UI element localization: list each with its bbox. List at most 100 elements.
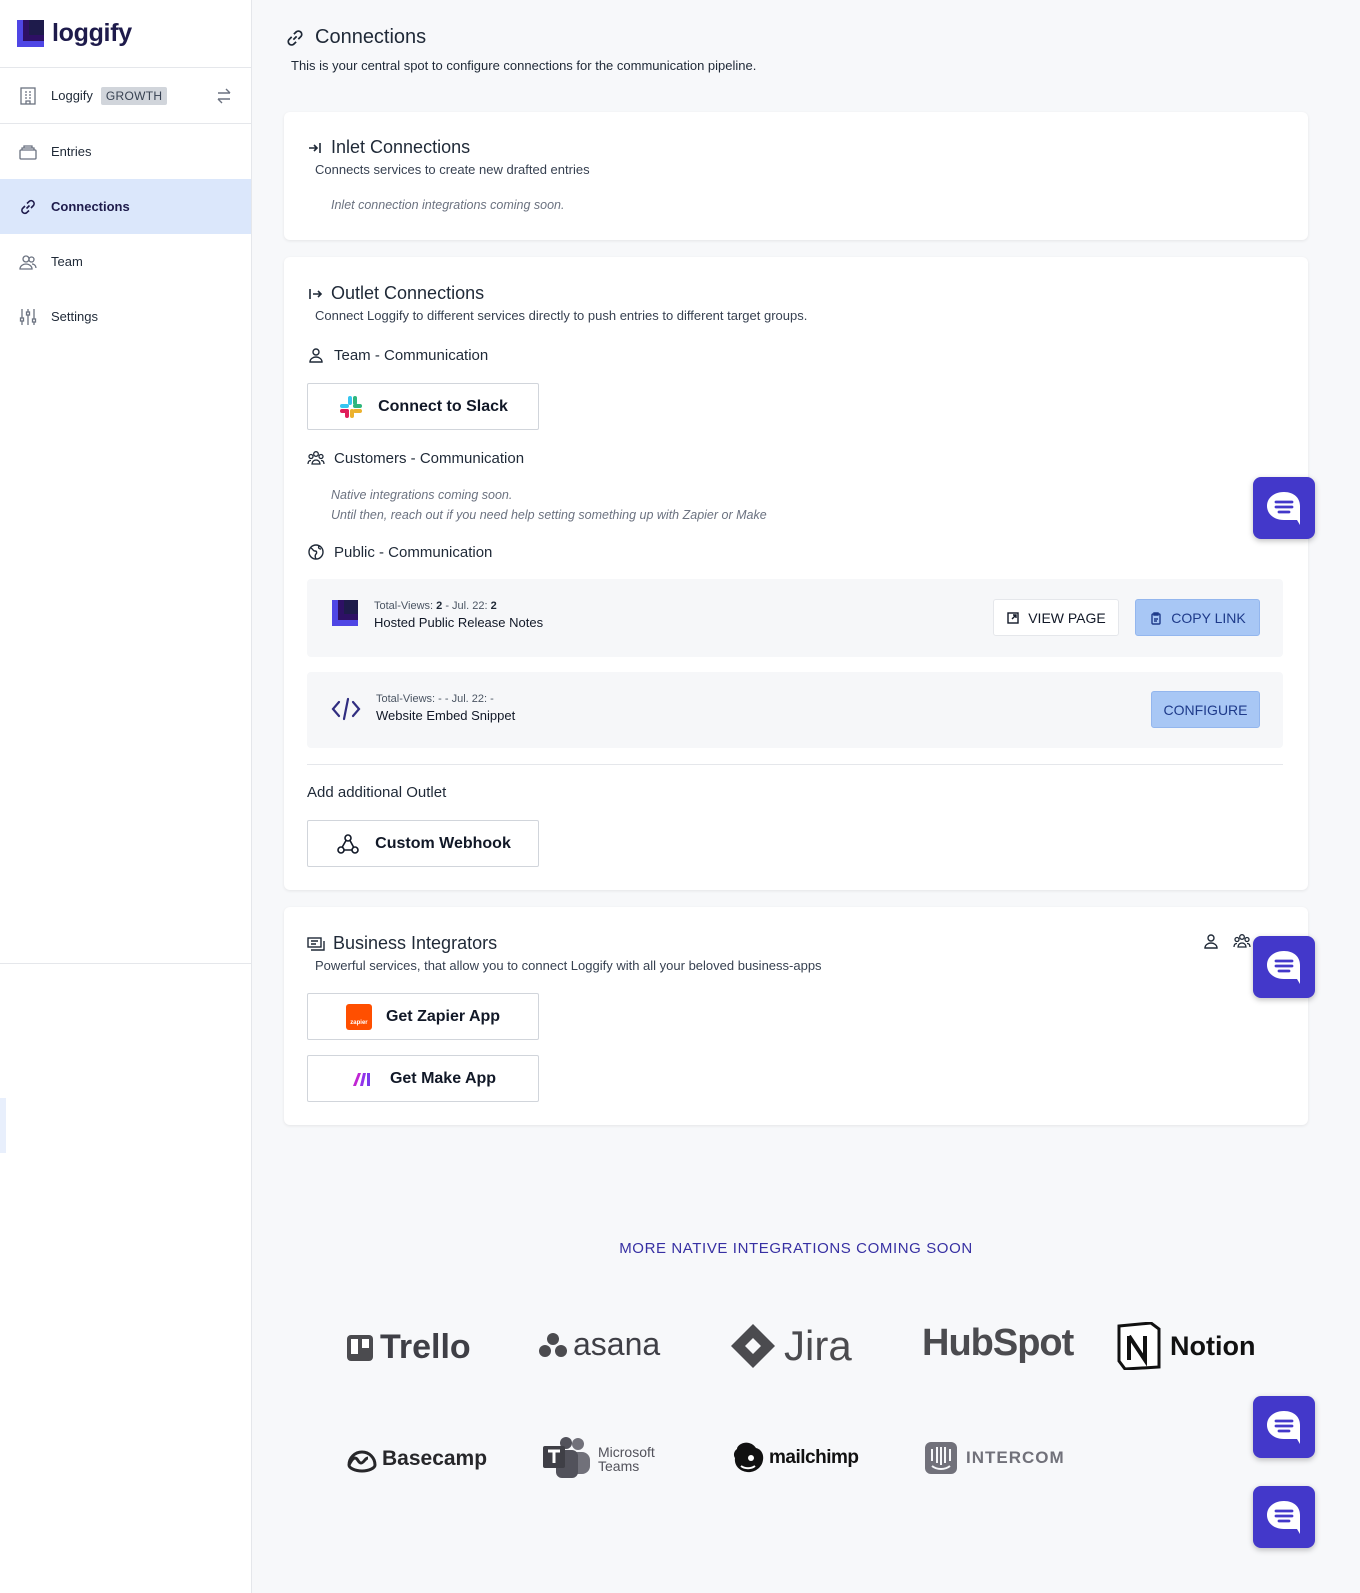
sidebar-item-label: Entries (51, 144, 92, 159)
get-zapier-button[interactable]: zapier Get Zapier App (307, 993, 539, 1040)
customers-icon (1233, 934, 1251, 948)
sidebar-item-entries[interactable]: Entries (0, 124, 251, 179)
page-title: Connections (284, 26, 1308, 49)
day-views: 2 (490, 600, 497, 612)
view-page-button[interactable]: VIEW PAGE (993, 599, 1119, 636)
inlet-note: Inlet connection integrations coming soo… (331, 198, 565, 212)
chat-icon (1267, 1501, 1300, 1534)
get-make-label: Get Make App (389, 1069, 497, 1087)
customers-note-2: Until then, reach out if you need help s… (331, 508, 767, 522)
chat-button[interactable] (1253, 477, 1315, 539)
jira-logo: Jira (730, 1322, 852, 1370)
intercom-logo: INTERCOM (924, 1441, 1065, 1475)
mailchimp-logo: mailchimp (731, 1440, 859, 1476)
sidebar-item-label: Settings (51, 309, 98, 324)
trello-icon (347, 1334, 373, 1361)
sidebar-item-settings[interactable]: Settings (0, 289, 251, 344)
page-subtitle: This is your central spot to configure c… (291, 58, 757, 73)
mailchimp-icon (733, 1442, 764, 1473)
sidebar-item-connections[interactable]: Connections (0, 179, 251, 234)
chat-icon (1267, 951, 1300, 984)
sidebar-item-label: Connections (51, 199, 130, 214)
asana-icon (539, 1332, 567, 1357)
outlet-title: Outlet Connections (307, 283, 807, 304)
globe-icon (308, 544, 324, 560)
business-title-text: Business Integrators (333, 933, 498, 953)
link-icon (21, 199, 35, 214)
sidebar-divider (0, 963, 252, 964)
customers-note-1: Native integrations coming soon. (331, 488, 513, 502)
basecamp-logo: Basecamp (346, 1443, 487, 1475)
org-switcher[interactable]: Loggify GROWTH (0, 68, 251, 124)
settings-icon (19, 308, 37, 325)
add-outlet-title: Add additional Outlet (307, 784, 447, 801)
webhook-icon (337, 833, 359, 854)
sidebar-item-label: Team (51, 254, 83, 269)
page-title-text: Connections (315, 26, 427, 48)
chat-button[interactable] (1253, 1396, 1315, 1458)
business-subtitle: Powerful services, that allow you to con… (315, 958, 822, 973)
jira-icon (731, 1324, 775, 1368)
connect-slack-label: Connect to Slack (378, 397, 508, 415)
customers-communication-text: Customers - Communication (334, 449, 525, 467)
outlet-divider (307, 764, 1283, 765)
basecamp-icon (347, 1450, 377, 1473)
website-embed-row: Total-Views: - - Jul. 22: - Website Embe… (307, 672, 1283, 748)
building-icon (20, 86, 36, 105)
configure-button[interactable]: CONFIGURE (1151, 691, 1260, 728)
copy-link-button[interactable]: COPY LINK (1135, 599, 1260, 636)
notion-icon (1117, 1322, 1161, 1370)
team-communication-text: Team - Communication (334, 346, 489, 364)
sidebar-item-team[interactable]: Team (0, 234, 251, 289)
teams-icon (543, 1437, 590, 1478)
trello-logo: Trello (346, 1328, 471, 1367)
get-make-button[interactable]: Get Make App (307, 1055, 539, 1102)
row-meta: Total-Views: 2 - Jul. 22: 2 (374, 600, 497, 612)
customers-communication-title: Customers - Communication (307, 449, 524, 467)
team-icon (309, 348, 323, 363)
copy-link-label: COPY LINK (1171, 609, 1246, 626)
connect-slack-button[interactable]: Connect to Slack (307, 383, 539, 430)
row-name: Website Embed Snippet (376, 708, 516, 723)
get-zapier-label: Get Zapier App (385, 1007, 501, 1025)
inlet-subtitle: Connects services to create new drafted … (315, 162, 590, 177)
make-icon (352, 1072, 370, 1086)
org-name: Loggify (51, 88, 93, 103)
microsoft-teams-logo: Microsoft Teams (542, 1436, 655, 1482)
chat-button[interactable] (1253, 936, 1315, 998)
plan-badge: GROWTH (100, 86, 168, 105)
configure-label: CONFIGURE (1163, 701, 1248, 718)
hubspot-logo: HubSpot (922, 1322, 1074, 1364)
row-name: Hosted Public Release Notes (374, 615, 544, 630)
code-icon (331, 697, 361, 721)
chat-button[interactable] (1253, 1486, 1315, 1548)
team-icon (1204, 934, 1218, 949)
business-card: Business Integrators Powerful services, … (284, 907, 1308, 1125)
custom-webhook-button[interactable]: Custom Webhook (307, 820, 539, 867)
team-communication-title: Team - Communication (307, 346, 488, 364)
custom-webhook-label: Custom Webhook (375, 834, 511, 852)
inlet-title-text: Inlet Connections (331, 137, 471, 157)
notion-logo: Notion (1116, 1322, 1255, 1370)
copy-icon (1151, 611, 1161, 625)
asana-logo: asana (539, 1326, 660, 1363)
intercom-icon (925, 1442, 957, 1474)
swap-icon[interactable] (215, 87, 233, 105)
outlet-subtitle: Connect Loggify to different services di… (315, 308, 808, 323)
business-title: Business Integrators (307, 933, 822, 954)
business-icon (307, 936, 325, 951)
loggify-logo-icon (332, 600, 358, 626)
outlet-title-text: Outlet Connections (331, 283, 485, 303)
outlet-card: Outlet Connections Connect Loggify to di… (284, 257, 1308, 890)
slack-icon (340, 395, 363, 418)
customers-icon (307, 451, 325, 465)
chat-icon (1267, 492, 1300, 525)
hosted-release-notes-row: Total-Views: 2 - Jul. 22: 2 Hosted Publi… (307, 579, 1283, 657)
logo[interactable]: loggify (0, 0, 251, 68)
sidebar-marker (0, 1098, 6, 1153)
page-header: Connections This is your central spot to… (284, 26, 1308, 73)
coming-soon-title: MORE NATIVE INTEGRATIONS COMING SOON (619, 1240, 973, 1257)
chat-icon (1267, 1411, 1300, 1444)
sidebar: loggify Loggify GROWTH Entries Connectio… (0, 0, 252, 1593)
outlet-icon (309, 288, 323, 299)
